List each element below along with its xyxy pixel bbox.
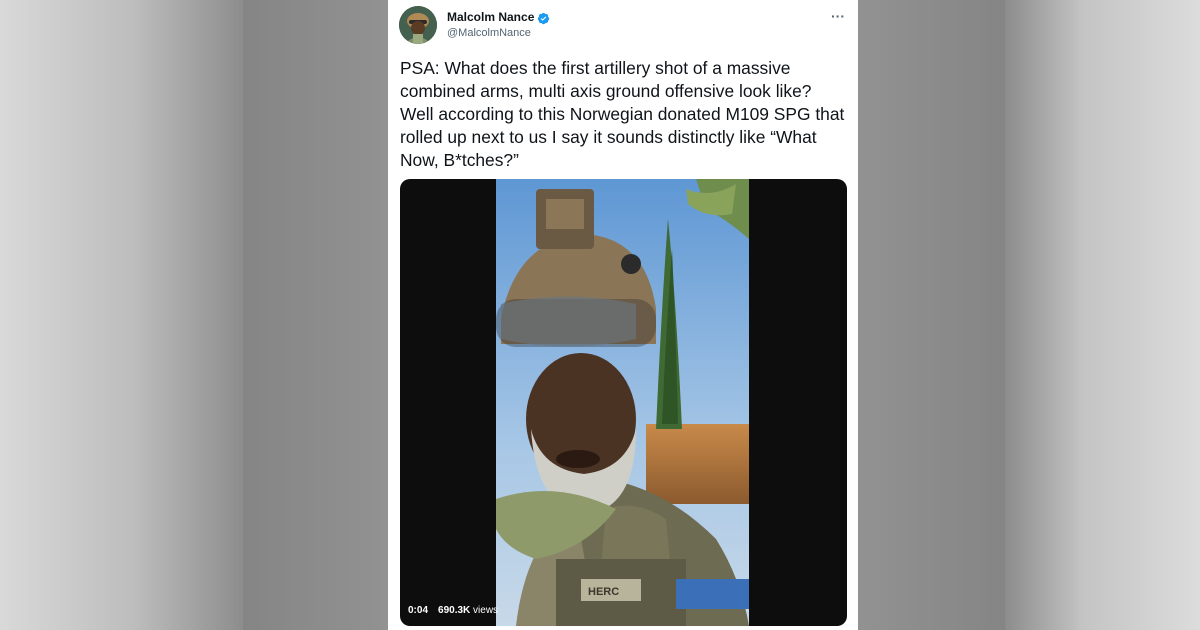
tweet-card: Malcolm Nance @MalcolmNance ··· PSA: Wha… <box>388 0 858 630</box>
tweet-text: PSA: What does the first artillery shot … <box>400 58 850 170</box>
author-block: Malcolm Nance @MalcolmNance <box>447 10 550 40</box>
background-right-band <box>858 0 1005 630</box>
blurred-background-left <box>0 0 243 630</box>
avatar-image <box>399 6 437 44</box>
patch-text: HERC <box>588 586 619 598</box>
video-view-label: views <box>470 605 498 616</box>
video-view-count: 690.3K <box>438 605 471 616</box>
blurred-background-right <box>1005 0 1200 630</box>
video-frame: HERC <box>496 179 749 626</box>
verified-badge-icon <box>537 11 550 25</box>
author-name-row: Malcolm Nance <box>447 10 550 24</box>
screenshot-canvas: Malcolm Nance @MalcolmNance ··· PSA: Wha… <box>0 0 1200 630</box>
author-handle[interactable]: @MalcolmNance <box>447 27 550 40</box>
tweet-video[interactable]: HERC 0:04 690.3K views <box>400 179 847 626</box>
background-left-band <box>243 0 388 630</box>
more-options-icon[interactable]: ··· <box>831 8 845 24</box>
author-display-name[interactable]: Malcolm Nance <box>447 10 534 24</box>
video-timestamp: 0:04 <box>408 605 429 616</box>
avatar[interactable] <box>399 6 437 44</box>
video-info-overlay: 0:04 690.3K views <box>408 605 498 616</box>
tweet-header: Malcolm Nance @MalcolmNance <box>399 6 550 44</box>
video-view-label-text: views <box>473 605 499 616</box>
video-thumbnail: HERC <box>496 179 749 626</box>
